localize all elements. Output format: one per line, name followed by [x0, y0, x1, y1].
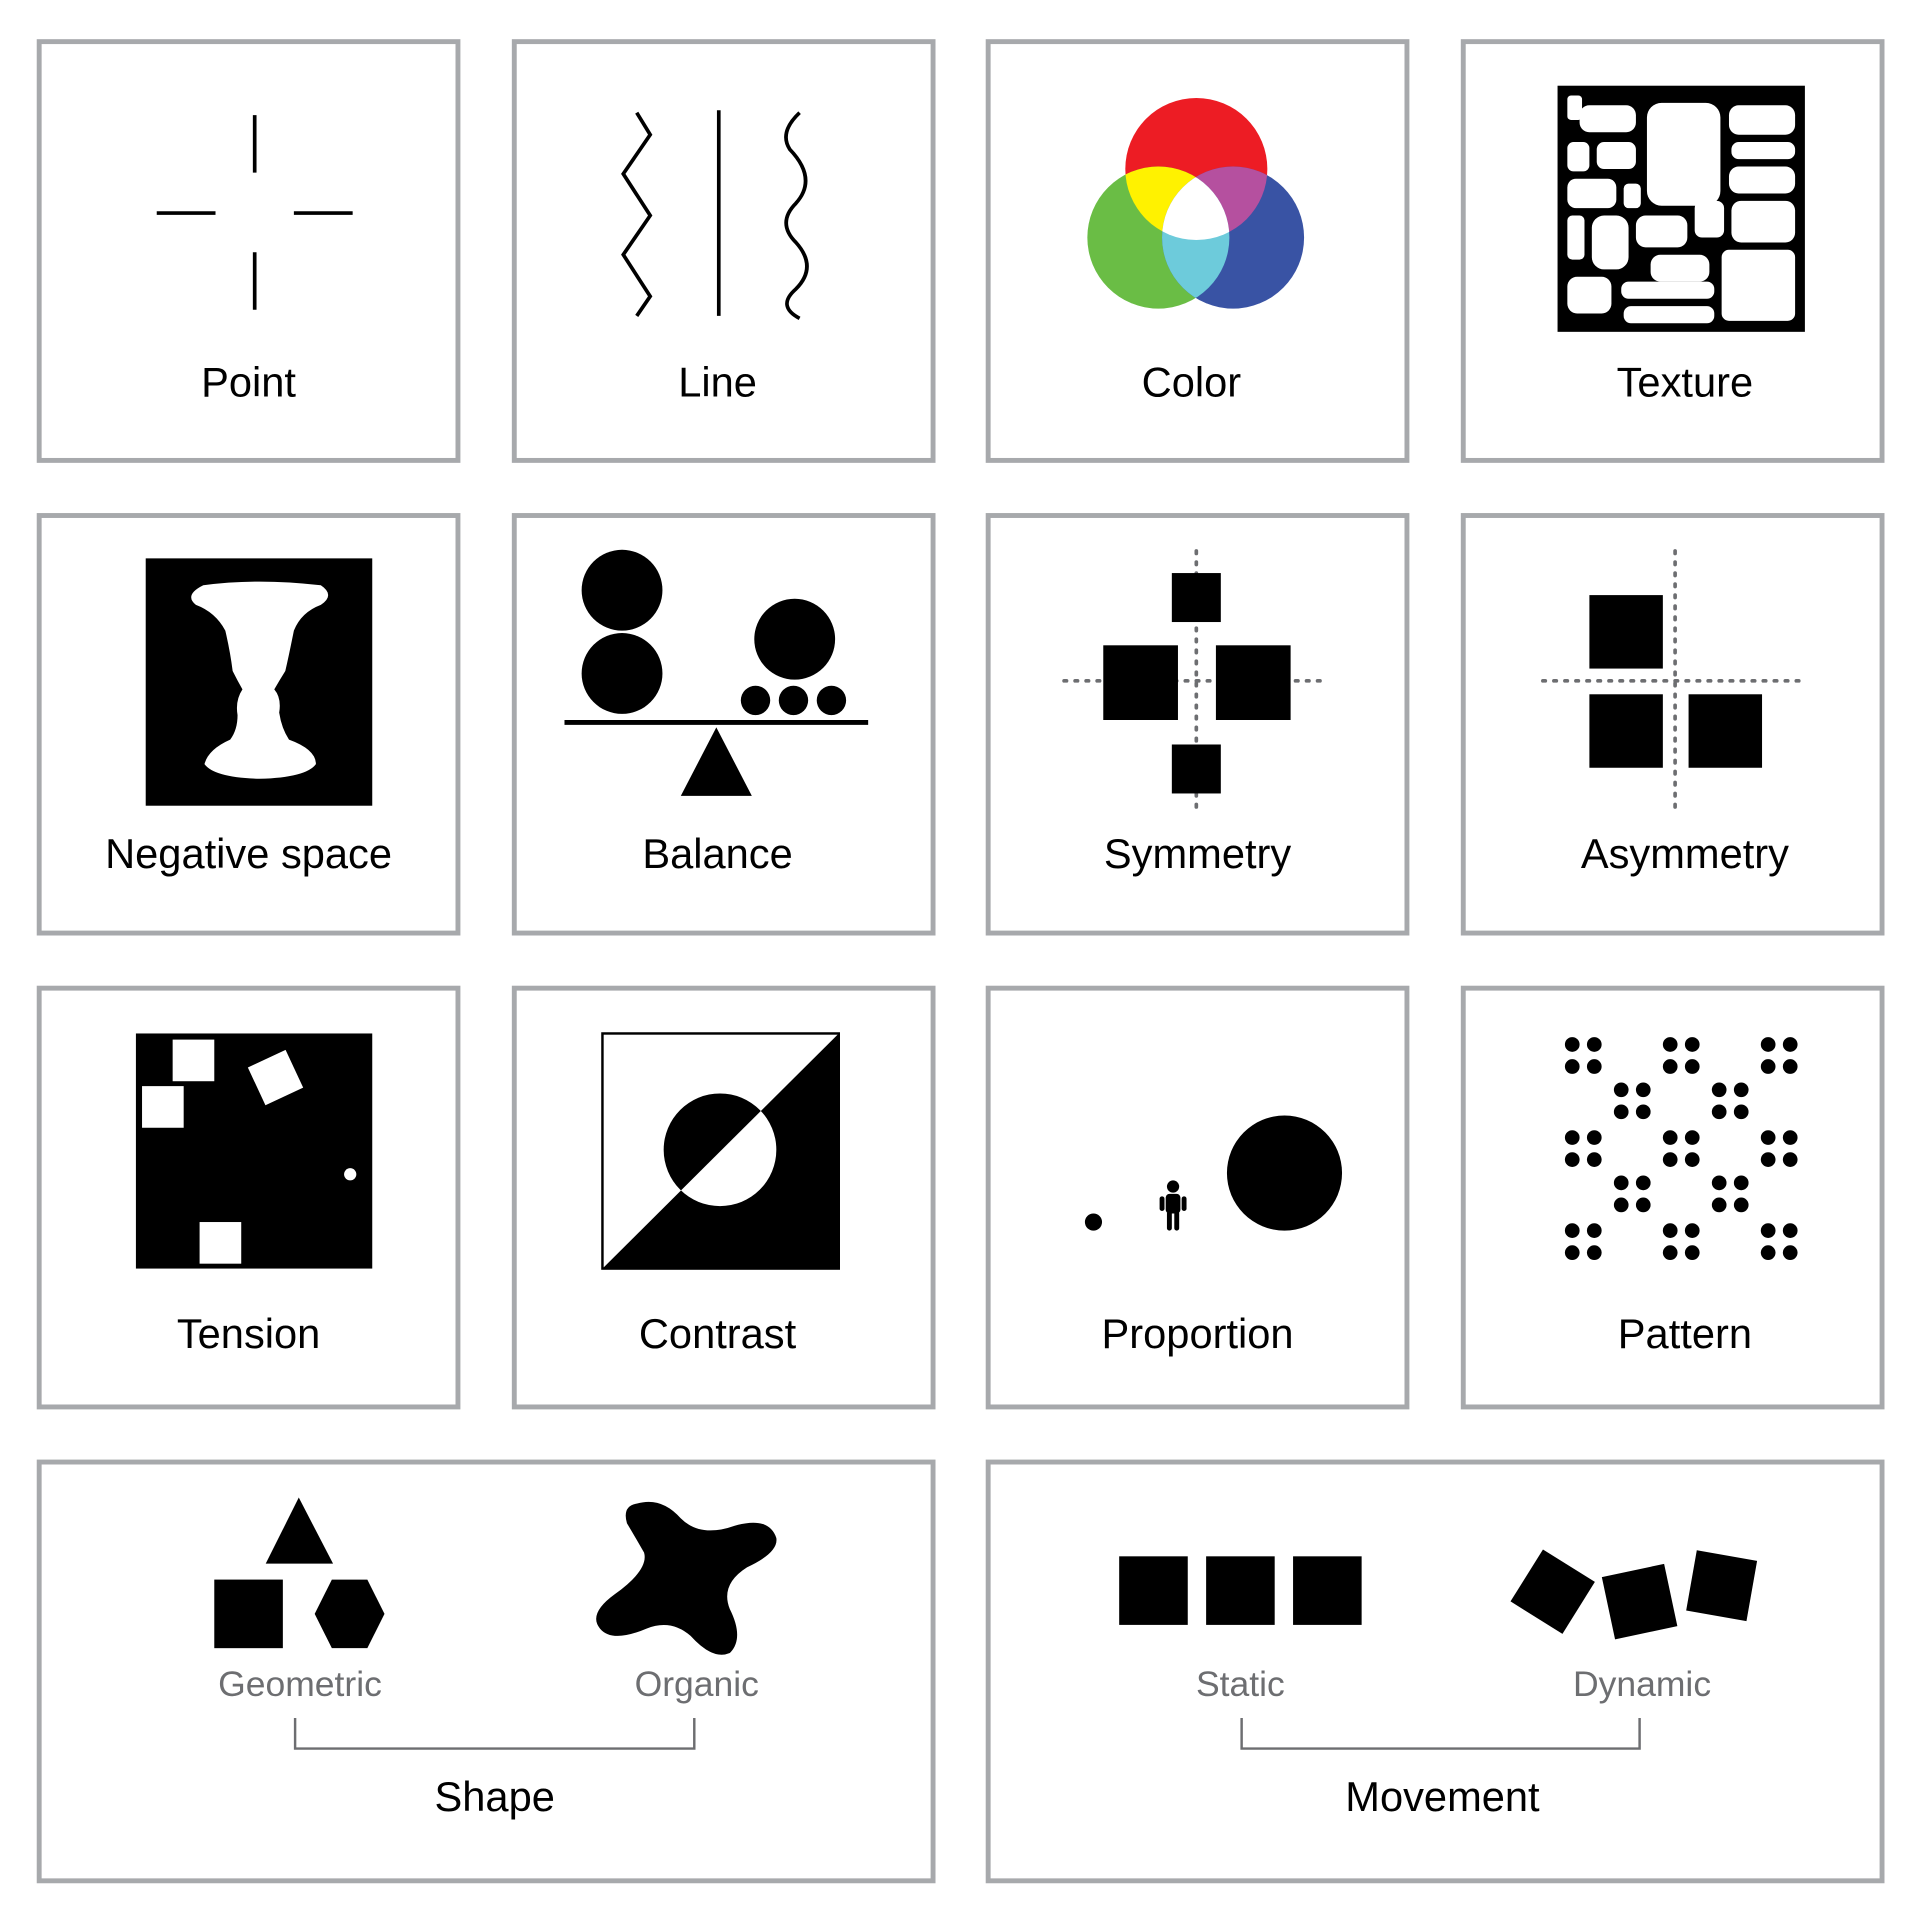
pattern-dot: [1635, 1104, 1651, 1120]
pattern-dot: [1586, 1130, 1602, 1145]
pattern-dot: [1760, 1245, 1776, 1260]
pattern-dot: [1733, 1082, 1749, 1098]
tension-icon: [135, 1033, 373, 1269]
dynamic-label: Dynamic: [1573, 1664, 1711, 1704]
card-label: Line: [678, 359, 757, 406]
pattern-dot: [1733, 1104, 1749, 1120]
card-label: Negative space: [105, 830, 392, 877]
pattern-dot: [1733, 1197, 1749, 1213]
pattern-dot: [1684, 1037, 1700, 1052]
pattern-dot: [1684, 1152, 1700, 1167]
pattern-dot: [1684, 1059, 1700, 1074]
movement-title: Movement: [1345, 1773, 1540, 1820]
pattern-dot: [1564, 1152, 1580, 1167]
design-elements-diagram: Point Line Color Texture Negative space …: [36, 39, 1885, 1884]
pattern-dot: [1711, 1104, 1727, 1120]
pattern-dot: [1782, 1037, 1798, 1052]
card-label: Color: [1142, 359, 1242, 406]
pattern-dot: [1586, 1059, 1602, 1074]
pattern-dot: [1613, 1104, 1629, 1120]
pattern-dot: [1711, 1175, 1727, 1191]
static-label: Static: [1196, 1664, 1285, 1704]
card-color: Color: [985, 39, 1410, 463]
pattern-dot: [1613, 1197, 1629, 1213]
pattern-dot: [1662, 1037, 1678, 1052]
card-label: Symmetry: [1104, 830, 1292, 877]
pattern-dot: [1711, 1197, 1727, 1213]
pattern-dot: [1782, 1130, 1798, 1145]
card-line: Line: [511, 39, 936, 463]
card-label: Point: [201, 359, 296, 406]
card-proportion: Proportion: [985, 985, 1410, 1410]
card-label: Balance: [642, 830, 792, 877]
card-asymmetry: Asymmetry: [1460, 513, 1885, 936]
pattern-dot: [1613, 1175, 1629, 1191]
pattern-dot: [1662, 1059, 1678, 1074]
pattern-dot: [1586, 1223, 1602, 1238]
card-negative-space: Negative space: [36, 513, 461, 936]
card-pattern: Pattern: [1460, 985, 1885, 1410]
pattern-dot: [1635, 1197, 1651, 1213]
pattern-dot: [1782, 1245, 1798, 1260]
card-label: Proportion: [1102, 1310, 1294, 1357]
pattern-dot: [1564, 1059, 1580, 1074]
card-texture: Texture: [1460, 39, 1885, 463]
pattern-dot: [1662, 1152, 1678, 1167]
pattern-dot: [1782, 1223, 1798, 1238]
pattern-dot: [1586, 1152, 1602, 1167]
organic-label: Organic: [635, 1664, 759, 1704]
pattern-dot: [1684, 1223, 1700, 1238]
pattern-dot: [1711, 1082, 1727, 1098]
pattern-dot: [1586, 1037, 1602, 1052]
pattern-dot: [1662, 1223, 1678, 1238]
card-point: Point: [36, 39, 461, 463]
pattern-dot: [1760, 1223, 1776, 1238]
card-label: Pattern: [1618, 1310, 1752, 1357]
pattern-dot: [1733, 1175, 1749, 1191]
stone-texture-icon: [1557, 85, 1805, 332]
pattern-dot: [1684, 1245, 1700, 1260]
face-vase-illusion-icon: [145, 558, 373, 806]
pattern-dot: [1564, 1223, 1580, 1238]
pattern-dot: [1760, 1059, 1776, 1074]
card-label: Texture: [1617, 359, 1754, 406]
pattern-dot: [1662, 1130, 1678, 1145]
pattern-dot: [1760, 1152, 1776, 1167]
card-balance: Balance: [511, 513, 936, 936]
card-symmetry: Symmetry: [985, 513, 1410, 936]
pattern-dot: [1586, 1245, 1602, 1260]
geometric-label: Geometric: [218, 1664, 382, 1704]
shape-title: Shape: [435, 1773, 555, 1820]
pattern-dot: [1760, 1130, 1776, 1145]
pattern-dot: [1760, 1037, 1776, 1052]
pattern-dot: [1564, 1130, 1580, 1145]
card-contrast: Contrast: [511, 985, 936, 1410]
pattern-dot: [1564, 1037, 1580, 1052]
card-label: Contrast: [639, 1310, 797, 1357]
card-label: Tension: [177, 1310, 320, 1357]
pattern-dot: [1564, 1245, 1580, 1260]
static-squares-icon: [1119, 1556, 1362, 1625]
card-label: Asymmetry: [1581, 830, 1789, 877]
pattern-dot: [1684, 1130, 1700, 1145]
card-shape: Geometric Organic Shape: [36, 1459, 936, 1884]
pattern-dot: [1782, 1152, 1798, 1167]
pattern-dot: [1635, 1175, 1651, 1191]
pattern-dot: [1662, 1245, 1678, 1260]
contrast-icon: [601, 1032, 840, 1270]
pattern-dot: [1782, 1059, 1798, 1074]
card-tension: Tension: [36, 985, 461, 1410]
card-movement: Static Dynamic Movement: [985, 1459, 1885, 1884]
pattern-dot: [1613, 1082, 1629, 1098]
pattern-dot: [1635, 1082, 1651, 1098]
